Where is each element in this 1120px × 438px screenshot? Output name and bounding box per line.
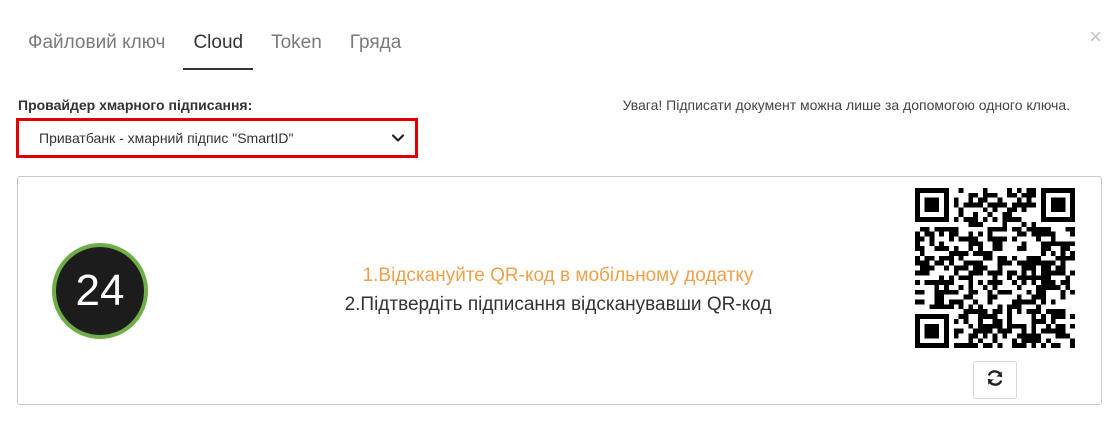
provider-label: Провайдер хмарного підписання: xyxy=(18,97,253,113)
tab-file-key[interactable]: Файловий ключ xyxy=(28,28,165,68)
instruction-step-2: 2.Підтвердіть підписання відсканувавши Q… xyxy=(344,294,772,315)
instruction-step-1: 1.Відскануйте QR-код в мобільному додатк… xyxy=(362,265,754,286)
qr-code xyxy=(915,188,1075,348)
close-icon[interactable]: × xyxy=(1089,26,1102,48)
warning-text: Увага! Підписати документ можна лише за … xyxy=(622,97,1070,113)
countdown-value: 24 xyxy=(75,266,125,315)
provider-select[interactable]: Приватбанк - хмарний підпис "SmartID" xyxy=(16,118,418,158)
qr-modules xyxy=(915,188,1075,348)
refresh-icon xyxy=(985,368,1005,393)
countdown-timer: 24 xyxy=(52,243,148,339)
tab-cloud[interactable]: Cloud xyxy=(183,28,254,70)
tab-token[interactable]: Token xyxy=(271,28,322,68)
refresh-qr-button[interactable] xyxy=(973,361,1017,399)
tab-hryada[interactable]: Гряда xyxy=(350,28,402,68)
provider-select-value: Приватбанк - хмарний підпис "SmartID" xyxy=(39,130,294,146)
qr-signing-panel: 24 1.Відскануйте QR-код в мобільному дод… xyxy=(17,176,1102,405)
signing-method-tabs: Файловий ключ Cloud Token Гряда xyxy=(28,28,429,70)
chevron-down-icon xyxy=(391,131,405,145)
